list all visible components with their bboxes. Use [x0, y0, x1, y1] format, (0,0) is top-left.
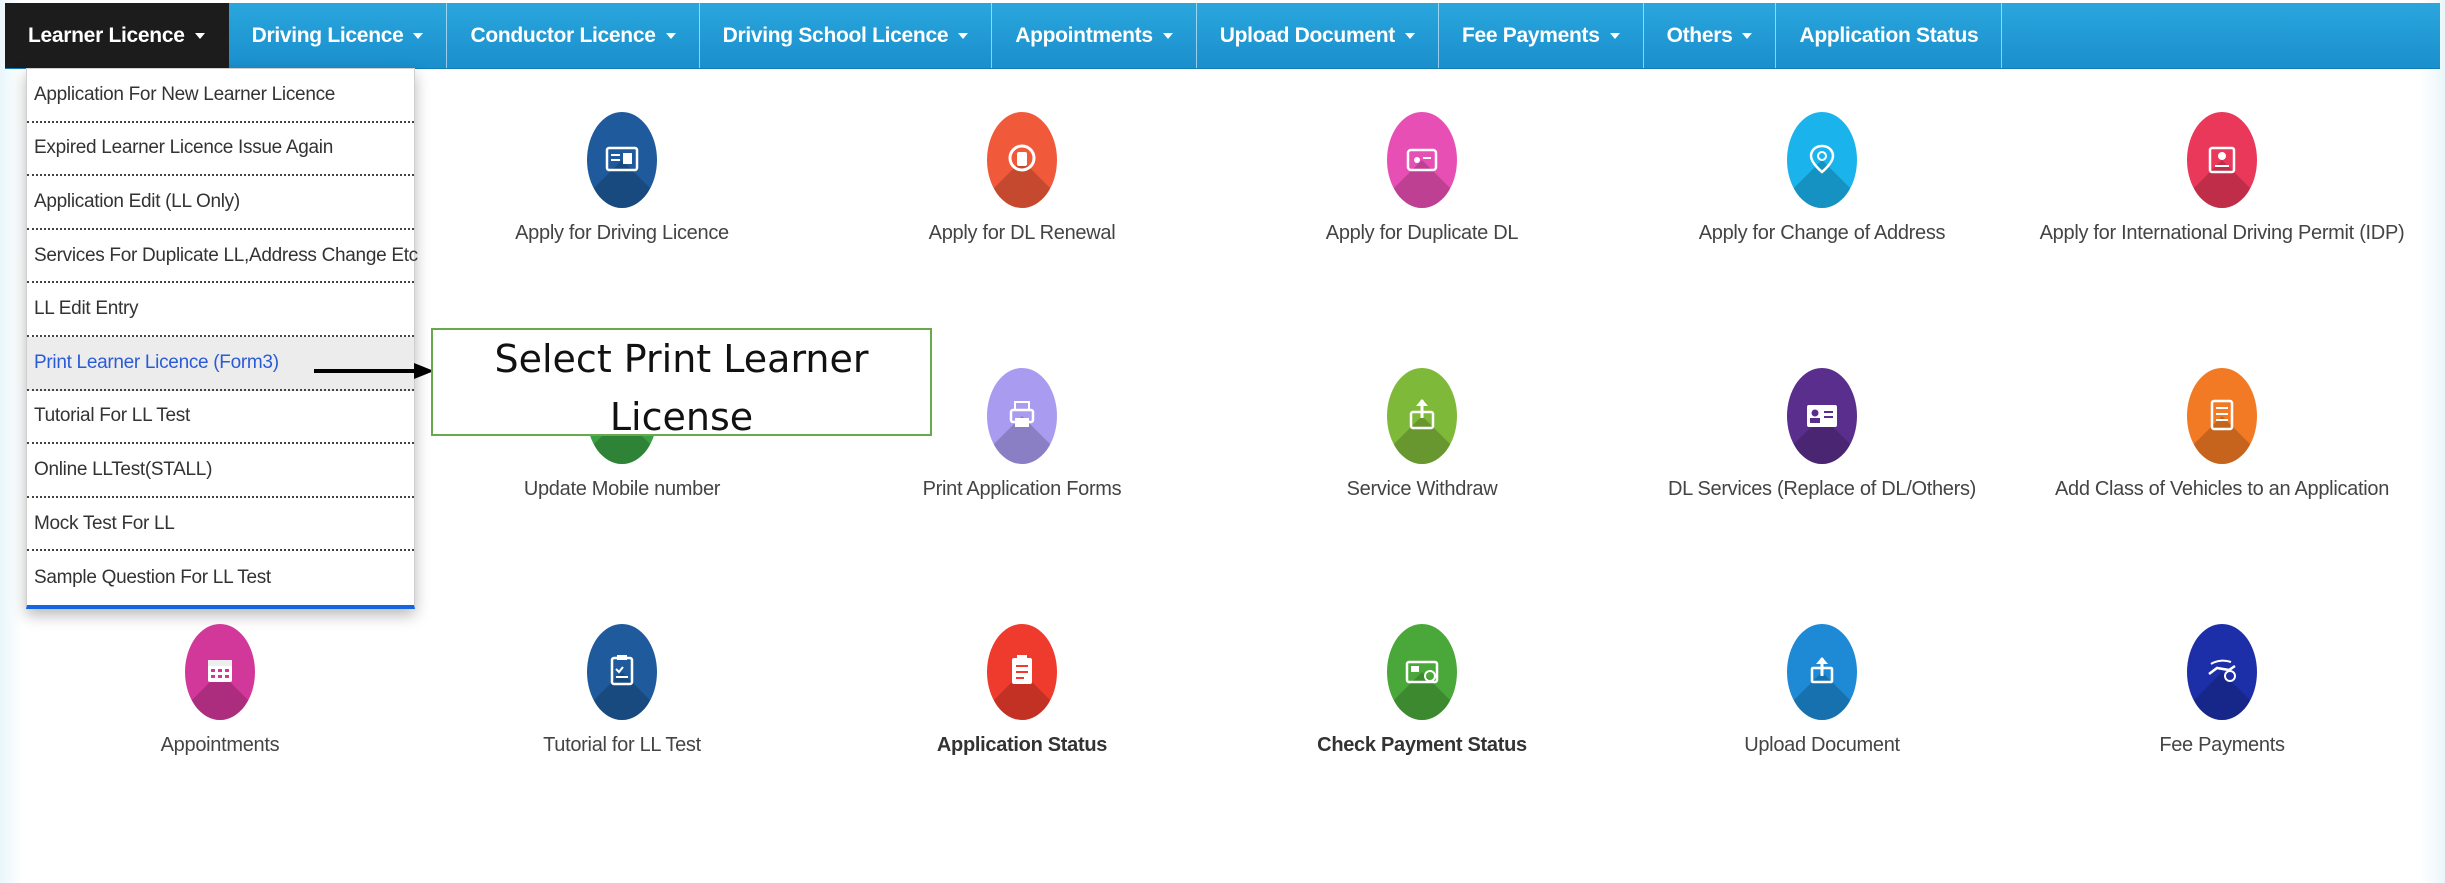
nav-application-status[interactable]: Application Status: [1776, 3, 2003, 68]
service-tile-label: Print Application Forms: [922, 478, 1122, 500]
dropdown-item[interactable]: Application For New Learner Licence: [27, 69, 414, 123]
service-tile[interactable]: Apply for International Driving Permit (…: [2027, 112, 2417, 245]
dropdown-item[interactable]: Application Edit (LL Only): [27, 176, 414, 230]
caret-down-icon: [1609, 32, 1620, 39]
service-tile-label: Apply for Change of Address: [1698, 222, 1946, 244]
nav-item-label: Application Status: [1799, 23, 1979, 47]
nav-driving-licence[interactable]: Driving Licence: [229, 3, 448, 68]
service-tile-label: Apply for Duplicate DL: [1325, 222, 1519, 244]
caret-down-icon: [1162, 32, 1173, 39]
printer-icon[interactable]: [987, 368, 1057, 464]
dropdown-item[interactable]: Expired Learner Licence Issue Again: [27, 123, 414, 177]
service-tile[interactable]: Upload Document: [1627, 624, 2017, 757]
service-tile-label: Apply for Driving Licence: [515, 222, 729, 244]
service-tile[interactable]: DL Services (Replace of DL/Others): [1627, 368, 2017, 501]
dropdown-item[interactable]: LL Edit Entry: [27, 283, 414, 337]
checklist-icon[interactable]: [2187, 368, 2257, 464]
caret-down-icon: [413, 32, 424, 39]
duplicate-card-icon[interactable]: [1387, 112, 1457, 208]
status-clipboard-icon[interactable]: [987, 624, 1057, 720]
nav-others[interactable]: Others: [1644, 3, 1777, 68]
dropdown-item[interactable]: Online LLTest(STALL): [27, 444, 414, 498]
service-tile-label: Application Status: [936, 734, 1108, 756]
caret-down-icon: [958, 32, 969, 39]
annotation-arrow: [314, 363, 434, 379]
nav-item-label: Driving Licence: [251, 23, 404, 47]
service-tile[interactable]: Service Withdraw: [1227, 368, 1617, 501]
withdraw-icon[interactable]: [1387, 368, 1457, 464]
service-tile-label: Check Payment Status: [1317, 734, 1527, 756]
service-tile-label: Service Withdraw: [1346, 478, 1498, 500]
fee-hand-icon[interactable]: [2187, 624, 2257, 720]
nav-fee-payments[interactable]: Fee Payments: [1439, 3, 1644, 68]
nav-item-label: Conductor Licence: [470, 23, 656, 47]
nav-learner-licence[interactable]: Learner Licence: [5, 3, 229, 68]
nav-item-label: Driving School Licence: [722, 23, 949, 47]
clipboard-icon[interactable]: [587, 624, 657, 720]
nav-item-label: Learner Licence: [28, 23, 185, 47]
payment-card-icon[interactable]: [1387, 624, 1457, 720]
dropdown-item[interactable]: Mock Test For LL: [27, 498, 414, 552]
service-tile-label: DL Services (Replace of DL/Others): [1667, 478, 1977, 500]
calendar-icon[interactable]: [185, 624, 255, 720]
service-tile-label: Update Mobile number: [523, 478, 721, 500]
nav-conductor-licence[interactable]: Conductor Licence: [447, 3, 700, 68]
id-card-icon[interactable]: [587, 112, 657, 208]
caret-down-icon: [194, 32, 205, 39]
service-tile-label: Fee Payments: [2159, 734, 2285, 756]
service-tile[interactable]: Add Class of Vehicles to an Application: [2027, 368, 2417, 501]
caret-down-icon: [1742, 32, 1753, 39]
service-tile[interactable]: Apply for Change of Address: [1627, 112, 2017, 245]
service-tile-label: Upload Document: [1744, 734, 1900, 756]
caret-down-icon: [1404, 32, 1415, 39]
service-tile[interactable]: Apply for Duplicate DL: [1227, 112, 1617, 245]
upload-icon[interactable]: [1787, 624, 1857, 720]
nav-item-label: Fee Payments: [1461, 23, 1600, 47]
service-tile[interactable]: Appointments: [25, 624, 415, 757]
nav-appointments[interactable]: Appointments: [992, 3, 1197, 68]
service-tile-label: Appointments: [160, 734, 280, 756]
map-pin-icon[interactable]: [1787, 112, 1857, 208]
service-tile[interactable]: Application Status: [827, 624, 1217, 757]
dropdown-item[interactable]: Services For Duplicate LL,Address Change…: [27, 230, 418, 284]
service-tile[interactable]: Check Payment Status: [1227, 624, 1617, 757]
service-tile[interactable]: Apply for DL Renewal: [827, 112, 1217, 245]
service-tile-label: Apply for DL Renewal: [928, 222, 1116, 244]
nav-item-label: Upload Document: [1219, 23, 1395, 47]
nav-item-label: Appointments: [1015, 23, 1153, 47]
dropdown-item[interactable]: Tutorial For LL Test: [27, 391, 414, 445]
dropdown-item[interactable]: Sample Question For LL Test: [27, 551, 414, 605]
nav-driving-school-licence[interactable]: Driving School Licence: [700, 3, 993, 68]
service-tile-label: Tutorial for LL Test: [543, 734, 701, 756]
renewal-icon[interactable]: [987, 112, 1057, 208]
service-tile[interactable]: Apply for Driving Licence: [427, 112, 817, 245]
nav-upload-document[interactable]: Upload Document: [1197, 3, 1439, 68]
instruction-callout: Select Print Learner License: [431, 328, 932, 439]
service-tile-label: Add Class of Vehicles to an Application: [2054, 478, 2390, 500]
service-tile[interactable]: Fee Payments: [2027, 624, 2417, 757]
caret-down-icon: [665, 32, 676, 39]
contact-card-icon[interactable]: [1787, 368, 1857, 464]
nav-item-label: Others: [1666, 23, 1733, 47]
permit-icon[interactable]: [2187, 112, 2257, 208]
top-nav-bar: Learner Licence Driving Licence Conductor …: [5, 3, 2440, 69]
service-tile-label: Apply for International Driving Permit (…: [2039, 222, 2405, 244]
learner-licence-dropdown: Application For New Learner Licence Expir…: [26, 68, 418, 609]
service-tile[interactable]: Tutorial for LL Test: [427, 624, 817, 757]
